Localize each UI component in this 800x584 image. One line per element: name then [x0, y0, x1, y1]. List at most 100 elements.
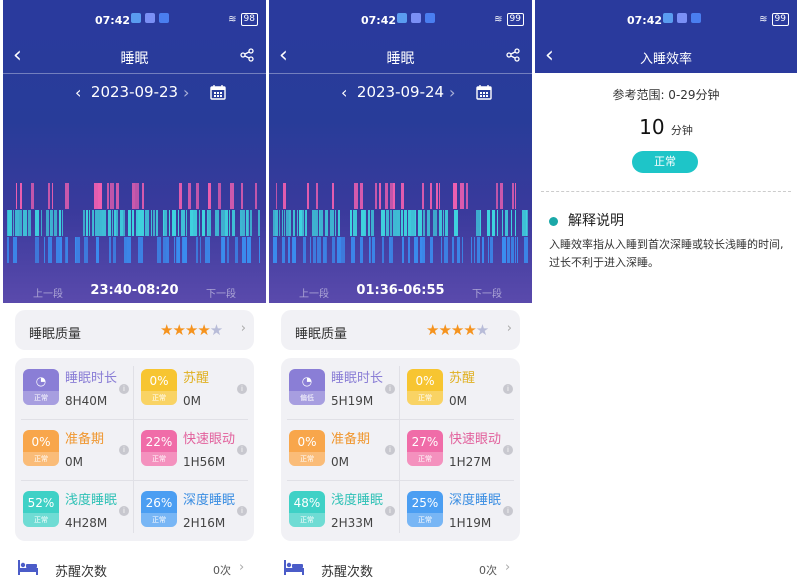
sleep-stage-bar [414, 237, 418, 263]
app-icon [677, 13, 687, 23]
stat-value: 1H56M [183, 455, 226, 469]
stat-name: 苏醒 [449, 371, 476, 386]
calendar-icon[interactable] [210, 84, 226, 100]
sleep-stage-bar [471, 237, 472, 263]
status-time: 07:42 [627, 14, 663, 27]
sleep-stage-bar [196, 183, 199, 209]
stat-cell[interactable]: 48% 正常 浅度睡眠 2H33M i [281, 480, 401, 541]
stat-cell[interactable]: 26% 正常 深度睡眠 2H16M i [133, 480, 253, 541]
stat-cell[interactable]: 0% 正常 苏醒 0M i [399, 358, 519, 419]
info-icon[interactable]: i [503, 445, 513, 455]
value-number: 10 [639, 115, 665, 139]
share-icon[interactable] [240, 48, 254, 62]
stat-cell[interactable]: 25% 正常 深度睡眠 1H19M i [399, 480, 519, 541]
sleep-stage-bar [497, 210, 498, 236]
stat-status: 正常 [141, 452, 177, 466]
info-icon[interactable]: i [503, 384, 513, 394]
sleep-stage-bar [202, 210, 205, 236]
sleep-stage-bar [199, 210, 200, 236]
sleep-stage-bar [65, 237, 66, 263]
next-date-icon[interactable]: › [183, 83, 189, 102]
stat-name: 睡眠时长 [331, 371, 384, 386]
sleep-stage-bar [418, 210, 422, 236]
stat-cell[interactable]: 22% 正常 快速眼动 1H56M i [133, 419, 253, 480]
sleep-stage-bar [181, 210, 185, 236]
stat-badge: ◔ 正常 [23, 369, 59, 405]
sleep-stage-bar [221, 237, 222, 263]
sleep-stage-bar [86, 210, 88, 236]
info-icon[interactable]: i [385, 445, 395, 455]
info-icon[interactable]: i [237, 506, 247, 516]
share-icon[interactable] [506, 48, 520, 62]
info-icon[interactable]: i [119, 506, 129, 516]
stat-cell[interactable]: 27% 正常 快速眼动 1H27M i [399, 419, 519, 480]
chevron-right-icon: › [239, 560, 245, 575]
sleep-stage-bar [94, 183, 98, 209]
sleep-quality-card[interactable]: 睡眠质量 ★★★★★ › [281, 310, 520, 350]
sleep-stage-bar [183, 237, 187, 263]
sleep-stage-bar [186, 210, 187, 236]
sleep-stage-bar [379, 183, 381, 209]
sleep-quality-label: 睡眠质量 [29, 327, 82, 342]
stat-cell[interactable]: 52% 正常 浅度睡眠 4H28M i [15, 480, 135, 541]
sleep-stage-bar [427, 210, 430, 236]
sleep-stage-bar [353, 210, 357, 236]
stat-cell[interactable]: 0% 正常 准备期 0M i [281, 419, 401, 480]
sleep-stage-bar [110, 183, 111, 209]
sleep-stage-bar [16, 183, 17, 209]
info-icon[interactable]: i [385, 384, 395, 394]
info-icon[interactable]: i [385, 506, 395, 516]
sleep-stage-bar [397, 210, 400, 236]
sleep-stage-bar [28, 210, 31, 236]
sleep-stage-bar [188, 183, 191, 209]
stat-status: 正常 [407, 513, 443, 527]
sleep-stage-bar [402, 237, 404, 263]
stat-cell[interactable]: ◔ 正常 睡眠时长 8H40M i [15, 358, 135, 419]
stat-cell[interactable]: 0% 正常 苏醒 0M i [133, 358, 253, 419]
sleep-stage-bar [477, 237, 479, 263]
stat-value: 0M [183, 394, 201, 408]
divider [541, 191, 791, 192]
sleep-stage-bar [460, 183, 464, 209]
sleep-stage-bar [430, 237, 433, 263]
stat-status: 正常 [407, 452, 443, 466]
sleep-stage-bar [337, 237, 341, 263]
sleep-stage-bar [127, 237, 131, 263]
sleep-stage-bar [169, 210, 170, 236]
sleep-stage-bar [13, 210, 14, 236]
next-segment-button[interactable]: 下一段 [472, 285, 502, 300]
sleep-stage-bar [371, 210, 374, 236]
info-icon[interactable]: i [119, 445, 129, 455]
next-date-icon[interactable]: › [449, 83, 455, 102]
sleep-stage-bar [341, 237, 345, 263]
info-icon[interactable]: i [119, 384, 129, 394]
stat-value: 2H33M [331, 516, 374, 530]
rating-stars: ★★★★★ [160, 321, 223, 339]
app-icon [397, 13, 407, 23]
sleep-stage-bar [361, 210, 365, 236]
sleep-stage-bar [443, 210, 444, 236]
sleep-stage-bar [386, 210, 389, 236]
sleep-stage-bar [35, 237, 39, 263]
sleep-stage-bar [116, 183, 119, 209]
info-icon[interactable]: i [503, 506, 513, 516]
stat-cell[interactable]: ◔ 偏低 睡眠时长 5H19M i [281, 358, 401, 419]
sleep-stage-bar [135, 183, 139, 209]
sleep-stage-bar [157, 237, 161, 263]
stat-cell[interactable]: 0% 正常 准备期 0M i [15, 419, 135, 480]
wake-count-row[interactable]: 苏醒次数 0次 › [269, 556, 532, 582]
sleep-quality-card[interactable]: 睡眠质量 ★★★★★ › [15, 310, 254, 350]
info-icon[interactable]: i [237, 445, 247, 455]
stat-value: 1H27M [449, 455, 492, 469]
stat-percent: 22% [145, 435, 173, 449]
wake-count-row[interactable]: 苏醒次数 0次 › [3, 556, 266, 582]
calendar-icon[interactable] [476, 84, 492, 100]
sleep-stage-bar [433, 210, 437, 236]
page-title: 睡眠 [120, 51, 149, 67]
sleep-stage-bar [457, 210, 458, 236]
sleep-stage-bar [176, 237, 177, 263]
next-segment-button[interactable]: 下一段 [206, 285, 236, 300]
info-icon[interactable]: i [237, 384, 247, 394]
sleep-stage-bar [128, 210, 131, 236]
wake-count-value: 0次 [213, 564, 231, 577]
